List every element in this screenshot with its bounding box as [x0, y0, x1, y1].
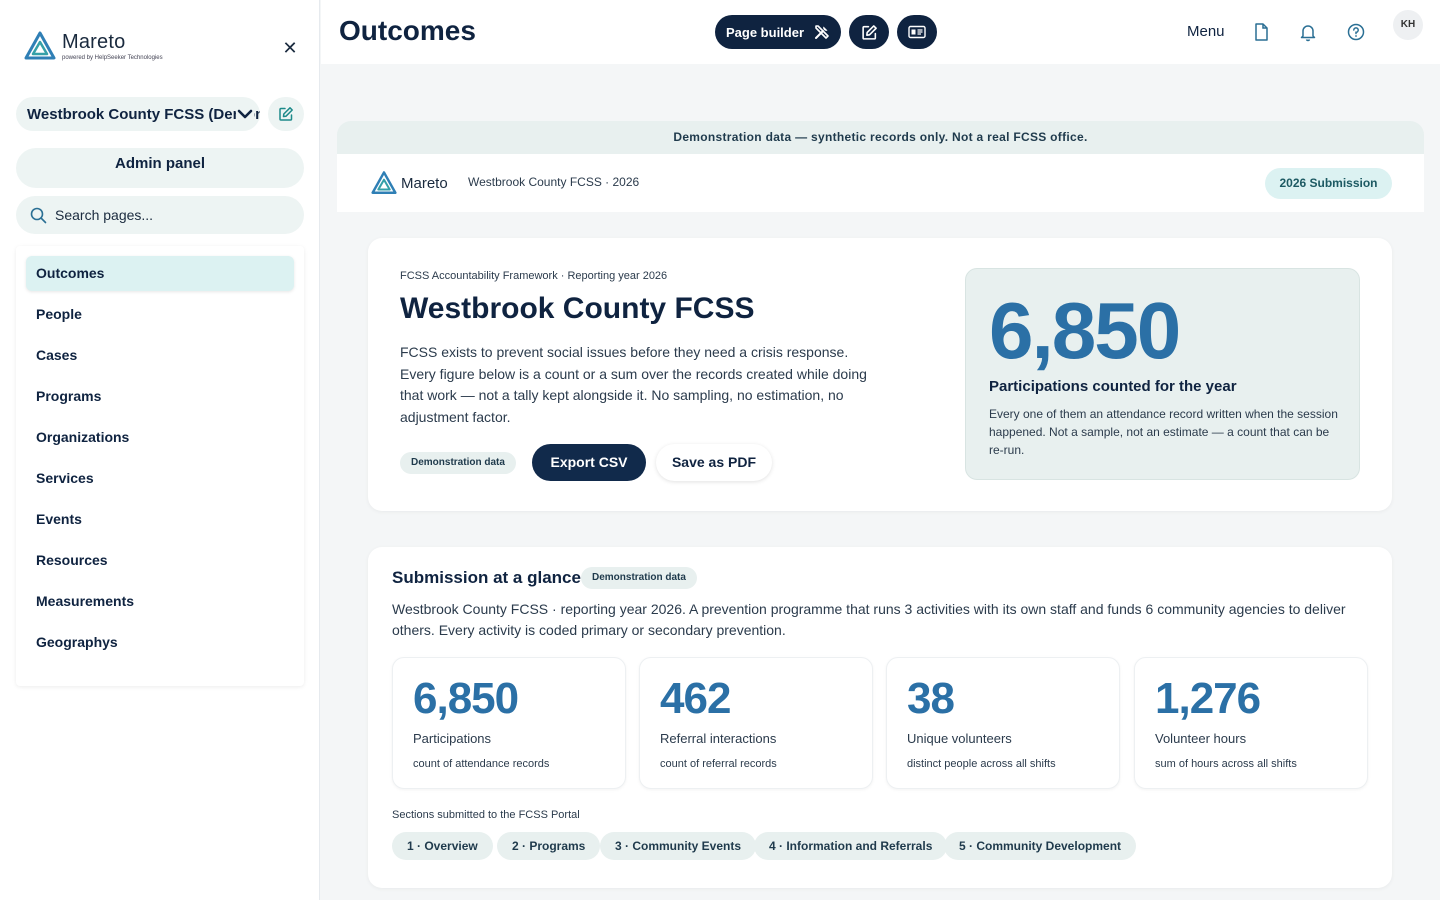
- stat-label: Participations: [413, 731, 492, 746]
- stat-card-volunteer-hours: 1,276 Volunteer hours sum of hours acros…: [1134, 657, 1368, 789]
- edit-icon: [861, 24, 877, 40]
- hero-description: FCSS exists to prevent social issues bef…: [400, 344, 867, 425]
- sidebar: Mareto powered by HelpSeeker Technologie…: [0, 0, 320, 900]
- sidebar-nav: Outcomes People Cases Programs Organizat…: [16, 246, 304, 686]
- hero-kicker: FCSS Accountability Framework · Reportin…: [400, 270, 668, 282]
- stat-description: sum of hours across all shifts: [1155, 758, 1297, 770]
- export-csv-button[interactable]: Export CSV: [532, 444, 646, 481]
- stat-description: distinct people across all shifts: [907, 758, 1056, 770]
- hero-stat-description: Every one of them an attendance record w…: [989, 407, 1338, 457]
- save-pdf-button[interactable]: Save as PDF: [656, 444, 772, 481]
- section-chip-information-referrals[interactable]: 4 · Information and Referrals: [754, 832, 948, 860]
- stat-value: 6,850: [413, 674, 519, 723]
- stat-value: 1,276: [1155, 674, 1261, 723]
- document-icon[interactable]: [1251, 22, 1271, 42]
- stat-card-volunteers: 38 Unique volunteers distinct people acr…: [886, 657, 1120, 789]
- report-org-year: Westbrook County FCSS · 2026: [468, 175, 640, 189]
- stat-label: Unique volunteers: [907, 731, 1012, 746]
- hero-title: Westbrook County FCSS: [400, 292, 755, 325]
- help-icon[interactable]: [1346, 22, 1366, 42]
- sections-label: Sections submitted to the FCSS Portal: [392, 809, 580, 821]
- stat-card-referrals: 462 Referral interactions count of refer…: [639, 657, 873, 789]
- sidebar-item-programs[interactable]: Programs: [26, 379, 294, 414]
- stat-label: Referral interactions: [660, 731, 777, 746]
- report-brand-bar: Mareto Westbrook County FCSS · 2026 2026…: [337, 154, 1424, 212]
- sidebar-item-geographys[interactable]: Geographys: [26, 625, 294, 660]
- logo-name: Mareto: [62, 31, 126, 53]
- hero-stat-label: Participations counted for the year: [989, 378, 1237, 395]
- search-box[interactable]: [16, 196, 304, 234]
- mareto-logo-icon: [371, 171, 397, 194]
- mareto-logo[interactable]: Mareto powered by HelpSeeker Technologie…: [24, 30, 163, 62]
- page-title: Outcomes: [339, 15, 476, 46]
- hero-card: FCSS Accountability Framework · Reportin…: [368, 238, 1392, 511]
- tools-icon: [815, 25, 829, 39]
- id-card-icon: [908, 25, 926, 39]
- section-chip-community-development[interactable]: 5 · Community Development: [944, 832, 1137, 860]
- outcomes-report: Demonstration data — synthetic records o…: [337, 121, 1424, 900]
- stat-description: count of referral records: [660, 758, 777, 770]
- submission-badge: 2026 Submission: [1265, 168, 1392, 199]
- sidebar-item-people[interactable]: People: [26, 297, 294, 332]
- admin-panel-button[interactable]: Admin panel: [16, 148, 304, 188]
- page-builder-label: Page builder: [726, 24, 805, 40]
- stat-value: 38: [907, 674, 955, 723]
- top-header: Outcomes Page builder Menu KH: [321, 0, 1440, 64]
- sidebar-item-organizations[interactable]: Organizations: [26, 420, 294, 455]
- demo-banner: Demonstration data — synthetic records o…: [337, 121, 1424, 154]
- close-icon: ✕: [282, 38, 298, 58]
- logo-subtitle: powered by HelpSeeker Technologies: [62, 55, 163, 61]
- org-edit-button[interactable]: [268, 97, 304, 131]
- section-chip-overview[interactable]: 1 · Overview: [392, 832, 493, 860]
- section-chip-programs[interactable]: 2 · Programs: [497, 832, 601, 860]
- stat-description: count of attendance records: [413, 758, 550, 770]
- demo-data-badge: Demonstration data: [581, 567, 697, 589]
- close-sidebar-button[interactable]: ✕: [280, 38, 300, 58]
- edit-page-button[interactable]: [849, 15, 889, 49]
- id-card-button[interactable]: [897, 15, 937, 49]
- sidebar-item-services[interactable]: Services: [26, 461, 294, 496]
- glance-description: Westbrook County FCSS · reporting year 2…: [392, 601, 1346, 638]
- avatar[interactable]: KH: [1393, 10, 1423, 40]
- org-select[interactable]: Westbrook County FCSS (Demonstration): [16, 97, 260, 131]
- menu-link[interactable]: Menu: [1187, 23, 1225, 40]
- sidebar-item-measurements[interactable]: Measurements: [26, 584, 294, 619]
- stat-value: 462: [660, 674, 731, 723]
- stat-label: Volunteer hours: [1155, 731, 1247, 746]
- report-logo: Mareto: [371, 170, 448, 196]
- search-input[interactable]: [55, 207, 285, 223]
- stat-card-participations: 6,850 Participations count of attendance…: [392, 657, 626, 789]
- glance-card: Submission at a glance Demonstration dat…: [368, 547, 1392, 888]
- sidebar-item-resources[interactable]: Resources: [26, 543, 294, 578]
- report-brand-name: Mareto: [401, 174, 448, 192]
- section-chip-community-events[interactable]: 3 · Community Events: [600, 832, 757, 860]
- search-icon: [30, 207, 47, 223]
- hero-stat-panel: 6,850 Participations counted for the yea…: [965, 268, 1360, 480]
- sidebar-item-outcomes[interactable]: Outcomes: [26, 256, 294, 291]
- demo-data-badge: Demonstration data: [400, 452, 516, 474]
- glance-title: Submission at a glance: [392, 568, 581, 587]
- edit-icon: [279, 107, 293, 121]
- chevron-down-icon: [236, 105, 254, 123]
- org-select-value: Westbrook County FCSS (Demonstration): [27, 105, 260, 123]
- sidebar-item-cases[interactable]: Cases: [26, 338, 294, 373]
- hero-stat-value: 6,850: [989, 286, 1181, 375]
- mareto-logo-icon: [24, 31, 56, 60]
- page-builder-button[interactable]: Page builder: [715, 15, 841, 49]
- bell-icon[interactable]: [1298, 22, 1318, 42]
- sidebar-item-events[interactable]: Events: [26, 502, 294, 537]
